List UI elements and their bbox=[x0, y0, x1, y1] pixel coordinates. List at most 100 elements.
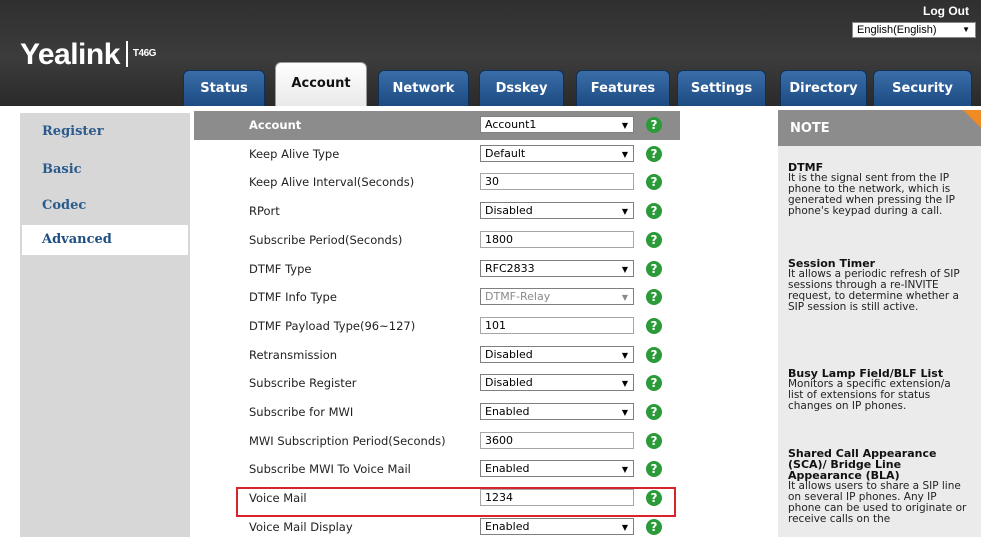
setting-select[interactable]: Enabled ▼ bbox=[480, 517, 634, 535]
setting-value: RFC2833 bbox=[485, 261, 535, 275]
model-label: T46G bbox=[132, 48, 157, 59]
nav-item-basic[interactable]: Basic bbox=[22, 155, 188, 185]
language-select[interactable]: English(English) ▼ bbox=[852, 22, 976, 38]
help-icon[interactable]: ? bbox=[646, 203, 662, 220]
help-icon[interactable]: ? bbox=[646, 518, 662, 535]
chevron-down-icon: ▼ bbox=[621, 465, 628, 475]
voice-mail-highlight-box bbox=[236, 487, 676, 517]
setting-row: DTMF Payload Type(96~127) 101? bbox=[194, 312, 680, 341]
setting-value: Disabled bbox=[485, 204, 533, 218]
setting-row: DTMF Info Type DTMF-Relay ▼? bbox=[194, 283, 680, 312]
help-icon[interactable]: ? bbox=[646, 260, 662, 277]
chevron-down-icon: ▼ bbox=[621, 350, 628, 360]
setting-select[interactable]: Disabled ▼ bbox=[480, 202, 634, 220]
setting-label: DTMF Info Type bbox=[249, 290, 337, 305]
setting-label: Subscribe for MWI bbox=[249, 405, 354, 419]
note-header: NOTE bbox=[778, 110, 981, 146]
setting-input[interactable]: 30 bbox=[480, 173, 634, 191]
setting-value: Default bbox=[485, 146, 526, 160]
tab-security[interactable]: Security bbox=[873, 70, 972, 106]
chevron-down-icon: ▼ bbox=[621, 149, 628, 159]
left-nav: Register Basic Codec Advanced bbox=[20, 113, 190, 537]
setting-select[interactable]: Default ▼ bbox=[480, 144, 634, 162]
setting-input[interactable]: 3600 bbox=[480, 431, 634, 449]
chevron-down-icon: ▼ bbox=[621, 522, 628, 532]
help-icon[interactable]: ? bbox=[646, 317, 662, 334]
help-icon[interactable]: ? bbox=[646, 404, 662, 420]
setting-select[interactable]: RFC2833 ▼ bbox=[480, 259, 634, 277]
chevron-down-icon: ▼ bbox=[621, 408, 628, 417]
help-icon[interactable]: ? bbox=[646, 174, 662, 191]
nav-item-register[interactable]: Register bbox=[22, 117, 188, 147]
setting-row: Subscribe MWI To Voice Mail Enabled ▼? bbox=[194, 455, 680, 484]
logo-separator bbox=[125, 41, 128, 67]
help-icon[interactable]: ? bbox=[646, 289, 662, 306]
setting-select[interactable]: Account1 ▼ bbox=[480, 116, 634, 133]
setting-value: 30 bbox=[485, 175, 499, 189]
note-section-sca: Shared Call Appearance (SCA)/ Bridge Lin… bbox=[788, 448, 968, 525]
chevron-down-icon: ▼ bbox=[621, 121, 628, 130]
language-value: English(English) bbox=[857, 24, 937, 36]
setting-row: MWI Subscription Period(Seconds) 3600? bbox=[194, 427, 680, 456]
setting-select[interactable]: Disabled ▼ bbox=[480, 374, 634, 392]
setting-select[interactable]: Disabled ▼ bbox=[480, 345, 634, 363]
help-icon[interactable]: ? bbox=[646, 231, 662, 248]
help-icon[interactable]: ? bbox=[646, 117, 662, 133]
note-section-text: Monitors a specific extension/a list of … bbox=[788, 378, 951, 412]
setting-row: Subscribe for MWI Enabled ▼? bbox=[194, 398, 680, 427]
nav-item-codec[interactable]: Codec bbox=[22, 191, 188, 221]
setting-label: Subscribe Period(Seconds) bbox=[249, 232, 403, 247]
logo-text: Yealink bbox=[20, 38, 120, 71]
setting-row: Subscribe Period(Seconds) 1800? bbox=[194, 226, 680, 255]
setting-label: DTMF Type bbox=[249, 261, 312, 276]
logout-link[interactable]: Log Out bbox=[923, 4, 969, 18]
setting-label: Keep Alive Type bbox=[249, 146, 340, 161]
chevron-down-icon: ▼ bbox=[621, 207, 628, 217]
setting-label: Account bbox=[249, 118, 302, 132]
note-section-blf: Busy Lamp Field/BLF List Monitors a spec… bbox=[788, 368, 968, 412]
setting-value: Enabled bbox=[485, 405, 530, 418]
chevron-down-icon: ▼ bbox=[962, 25, 970, 34]
note-section-text: It is the signal sent from the IP phone … bbox=[788, 172, 955, 217]
tab-dsskey[interactable]: Dsskey bbox=[479, 70, 564, 106]
note-section-text: It allows a periodic refresh of SIP sess… bbox=[788, 268, 960, 313]
setting-select[interactable]: Enabled ▼ bbox=[480, 403, 634, 420]
note-section-dtmf: DTMF It is the signal sent from the IP p… bbox=[788, 162, 968, 217]
setting-value: Account1 bbox=[485, 118, 537, 131]
tab-network[interactable]: Network bbox=[378, 70, 469, 106]
setting-input[interactable]: 101 bbox=[480, 316, 634, 334]
setting-select[interactable]: Enabled ▼ bbox=[480, 460, 634, 478]
help-icon[interactable]: ? bbox=[646, 461, 662, 478]
note-panel: NOTE DTMF It is the signal sent from the… bbox=[778, 110, 981, 537]
help-icon[interactable]: ? bbox=[646, 375, 662, 392]
tab-features[interactable]: Features bbox=[576, 70, 670, 106]
tab-directory[interactable]: Directory bbox=[780, 70, 867, 106]
tab-account[interactable]: Account bbox=[275, 62, 367, 106]
setting-label: Retransmission bbox=[249, 347, 338, 362]
nav-item-advanced[interactable]: Advanced bbox=[22, 225, 188, 255]
setting-row: Account Account1 ▼? bbox=[194, 111, 680, 140]
setting-label: Subscribe MWI To Voice Mail bbox=[249, 462, 411, 477]
chevron-down-icon: ▼ bbox=[621, 379, 628, 389]
setting-input[interactable]: 1800 bbox=[480, 230, 634, 248]
setting-value: Enabled bbox=[485, 519, 530, 533]
setting-label: Keep Alive Interval(Seconds) bbox=[249, 175, 415, 190]
help-icon[interactable]: ? bbox=[646, 346, 662, 363]
tab-status[interactable]: Status bbox=[183, 70, 265, 106]
chevron-down-icon: ▼ bbox=[621, 293, 628, 303]
setting-value: Disabled bbox=[485, 347, 533, 361]
setting-value: 101 bbox=[485, 318, 506, 332]
setting-row: RPort Disabled ▼? bbox=[194, 197, 680, 226]
note-section-title: Shared Call Appearance (SCA)/ Bridge Lin… bbox=[788, 447, 937, 482]
setting-value: 3600 bbox=[485, 433, 513, 447]
yealink-logo: Yealink T46G bbox=[20, 38, 156, 72]
setting-label: DTMF Payload Type(96~127) bbox=[249, 318, 416, 333]
help-icon[interactable]: ? bbox=[646, 432, 662, 449]
note-section-text: It allows users to share a SIP line on s… bbox=[788, 480, 967, 525]
setting-value: DTMF-Relay bbox=[485, 290, 551, 304]
tab-settings[interactable]: Settings bbox=[677, 70, 766, 106]
setting-row: Keep Alive Type Default ▼? bbox=[194, 140, 680, 169]
setting-label: Subscribe Register bbox=[249, 376, 357, 391]
help-icon[interactable]: ? bbox=[646, 145, 662, 162]
setting-label: MWI Subscription Period(Seconds) bbox=[249, 433, 446, 448]
